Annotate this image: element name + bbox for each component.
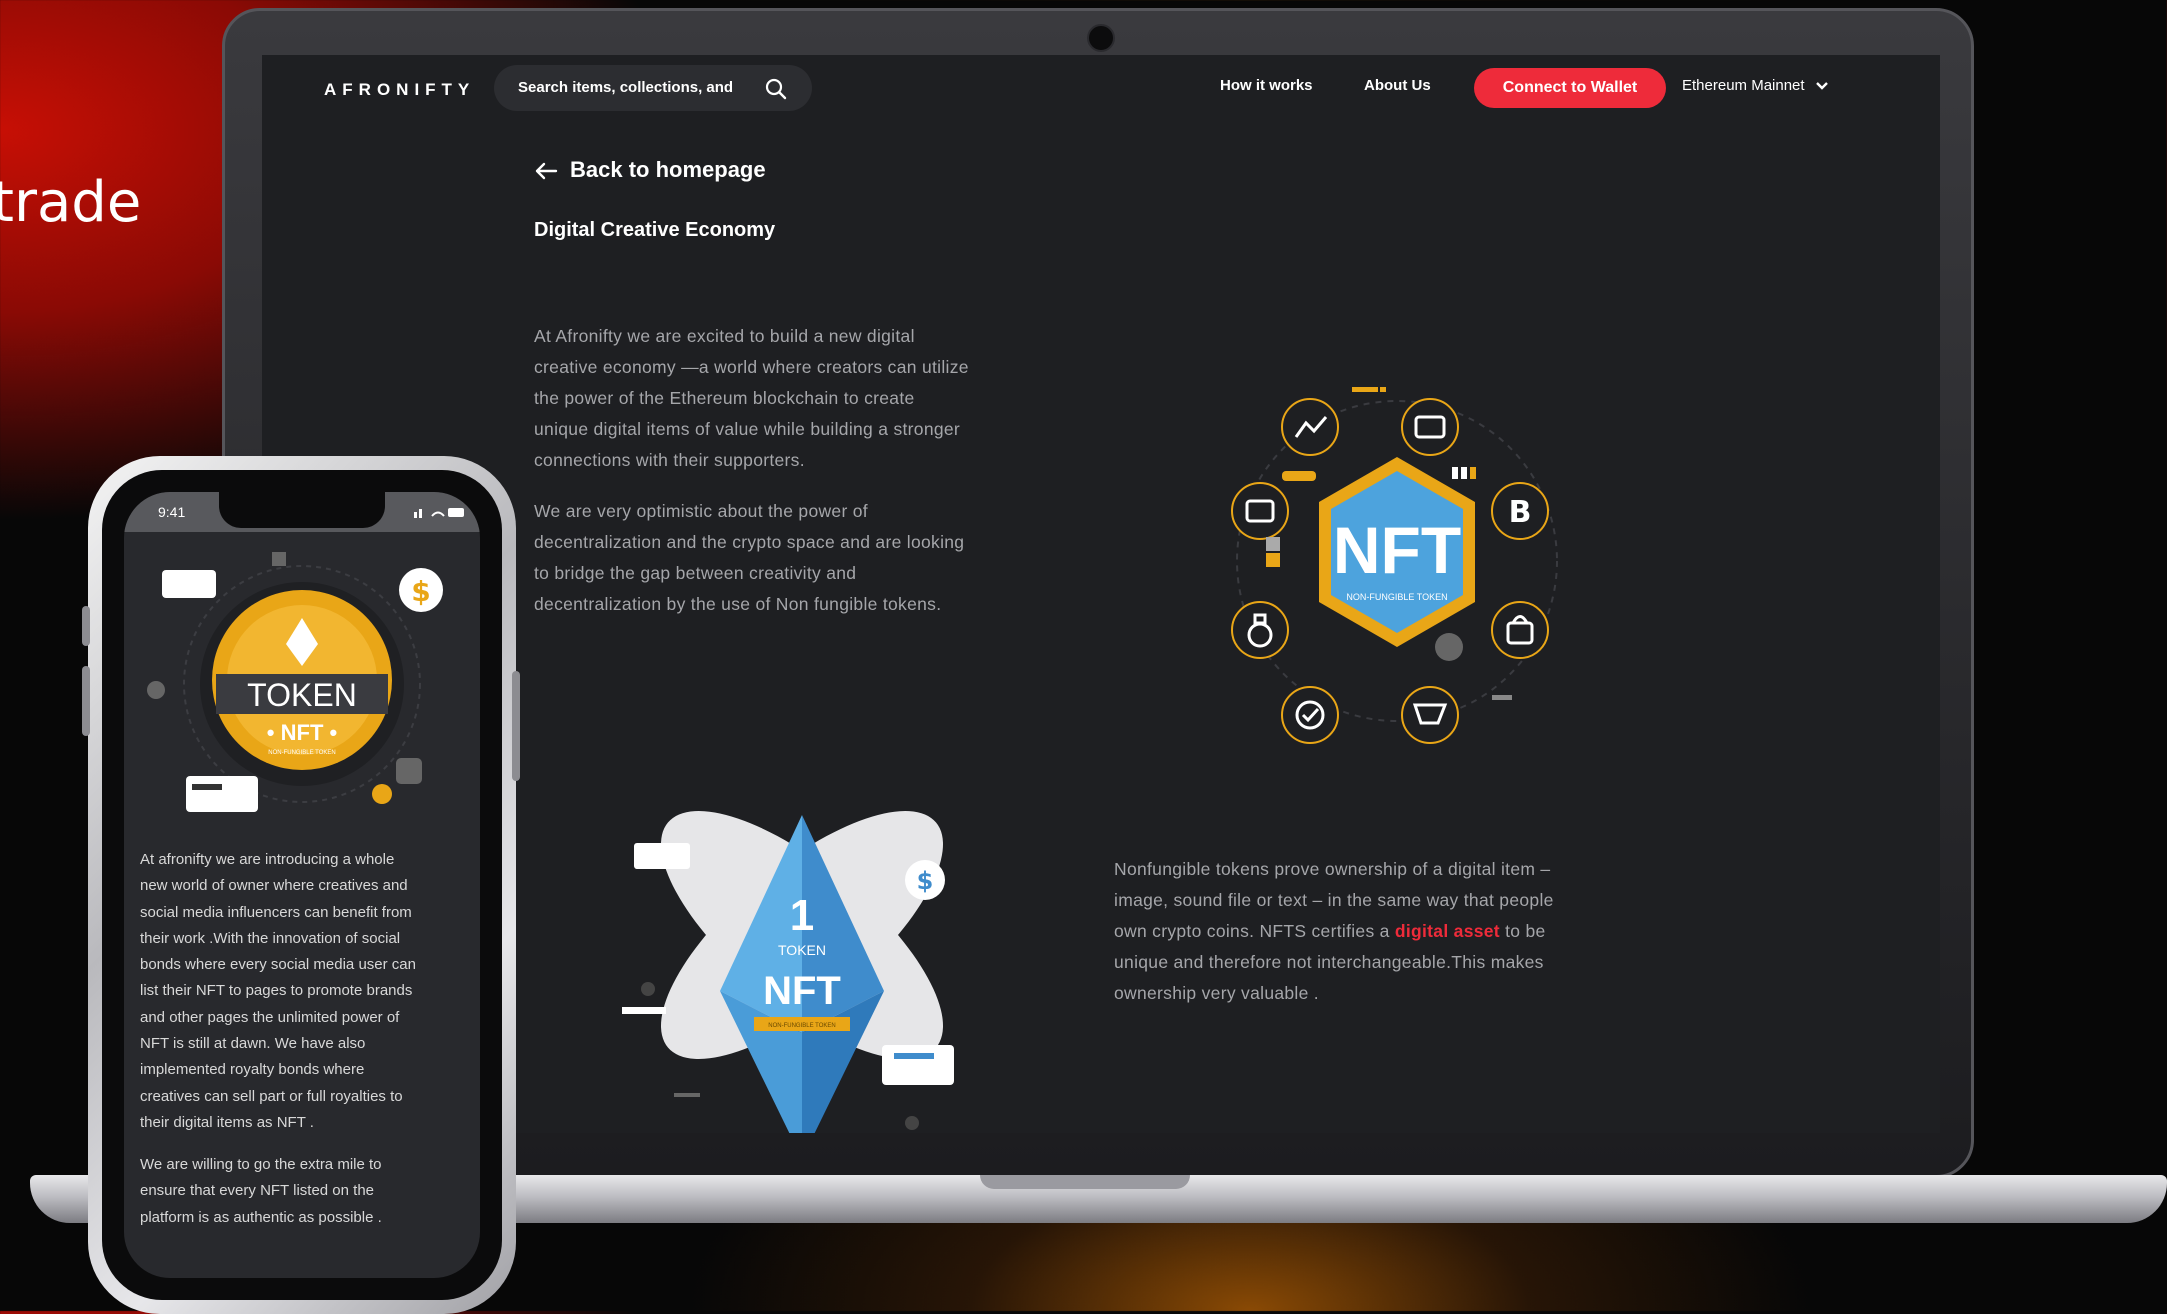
text-segment: own crypto coins. NFTS certifies a — [1114, 921, 1395, 941]
text-line: unique and therefore not interchangeable… — [1114, 952, 1544, 972]
intro-paragraph: At Afronifty we are excited to build a n… — [534, 321, 969, 476]
text-line: NFT is still at dawn. We have also — [140, 1035, 366, 1053]
text-line: connections with their supporters. — [534, 450, 805, 470]
site-logo[interactable]: AFRONIFTY — [324, 80, 475, 100]
text-line: new world of owner where creatives and — [140, 877, 408, 895]
laptop-base-notch — [980, 1175, 1190, 1189]
text-line: creatives can sell part or full royaltie… — [140, 1087, 403, 1105]
nft-hexagon-illustration: B NFT NON-FUNGIBLE TOKEN — [1231, 387, 1558, 744]
back-label: Back to homepage — [570, 157, 766, 182]
text-line: the power of the Ethereum blockchain to … — [534, 388, 915, 408]
phone-screen: 9:41 TOKEN • NFT • NON-FUNGIBLE TOKEN $ … — [124, 492, 480, 1278]
background-partial-text: trade — [0, 170, 142, 235]
text-line: creative economy —a world where creators… — [534, 357, 969, 377]
text-line: We are willing to go the extra mile to — [140, 1156, 382, 1173]
shopping-bag-icon — [1491, 601, 1549, 659]
phone-bezel: 9:41 TOKEN • NFT • NON-FUNGIBLE TOKEN $ … — [102, 470, 502, 1300]
search-icon[interactable] — [764, 77, 788, 101]
phone-notch — [219, 492, 385, 528]
wallet-icon — [1231, 482, 1289, 540]
network-dropdown[interactable]: Ethereum Mainnet — [1682, 77, 1829, 94]
card-icon — [1401, 398, 1459, 456]
text-line: decentralization and the crypto space an… — [534, 532, 965, 552]
text-line: bonds where every social media user can — [140, 956, 416, 974]
coin-nft-label: • NFT • — [267, 720, 337, 745]
arrow-left-icon — [535, 162, 558, 180]
network-label: Ethereum Mainnet — [1682, 77, 1805, 94]
back-to-homepage-link[interactable]: Back to homepage — [534, 157, 766, 183]
phone-frame: 9:41 TOKEN • NFT • NON-FUNGIBLE TOKEN $ … — [82, 456, 520, 1314]
text-line: unique digital items of value while buil… — [534, 419, 961, 439]
chart-icon — [1281, 398, 1339, 456]
page-title: Digital Creative Economy — [534, 219, 776, 241]
navbar: AFRONIFTY Search items, collections, and… — [262, 55, 1940, 145]
optimism-paragraph: We are very optimistic about the power o… — [534, 496, 964, 620]
search-input[interactable]: Search items, collections, and — [518, 79, 766, 96]
nft-hexagon-sublabel: NON-FUNGIBLE TOKEN — [1346, 592, 1447, 602]
laptop-camera — [1087, 24, 1115, 52]
chevron-down-icon — [1815, 82, 1828, 90]
dollar-icon: $ — [917, 867, 934, 895]
text-line: social media influencers can benefit fro… — [140, 903, 412, 921]
nav-link-about-us[interactable]: About Us — [1364, 77, 1431, 94]
token-strip-label: NON-FUNGIBLE TOKEN — [768, 1023, 835, 1029]
text-line: We are very optimistic about the power o… — [534, 501, 868, 521]
cart-icon — [1401, 686, 1459, 744]
text-line: Nonfungible tokens prove ownership of a … — [1114, 859, 1551, 879]
ethereum-token-illustration: 1 TOKEN NFT NON-FUNGIBLE TOKEN $ — [622, 811, 954, 1133]
phone-extra-mile-paragraph: We are willing to go the extra mile to e… — [140, 1152, 470, 1231]
text-line: ownership very valuable . — [1114, 983, 1319, 1003]
text-line: own crypto coins. NFTS certifies a digit… — [1114, 916, 1554, 947]
search-bar[interactable]: Search items, collections, and — [494, 65, 812, 111]
connect-wallet-button[interactable]: Connect to Wallet — [1474, 68, 1666, 108]
text-line: platform is as authentic as possible . — [140, 1208, 382, 1226]
phone-intro-paragraph: At afronifty we are introducing a whole … — [140, 847, 470, 1136]
phone-time: 9:41 — [158, 504, 186, 520]
text-line: image, sound file or text – in the same … — [1114, 890, 1554, 910]
text-line: and other pages the unlimited power of — [140, 1008, 400, 1026]
text-line: to bridge the gap between creativity and — [534, 563, 857, 583]
svg-text:B: B — [1509, 495, 1532, 530]
text-line: list their NFT to pages to promote brand… — [140, 982, 413, 1000]
text-line: their work .With the innovation of socia… — [140, 929, 401, 947]
signal-wifi-battery-icon — [414, 508, 464, 518]
text-line: At afronifty we are introducing a whole — [140, 851, 395, 868]
text-line: ensure that every NFT listed on the — [140, 1182, 375, 1200]
digital-asset-link[interactable]: digital asset — [1395, 921, 1500, 941]
nav-link-how-it-works[interactable]: How it works — [1220, 77, 1313, 94]
check-badge-icon — [1281, 686, 1339, 744]
nft-hexagon-label: NFT — [1333, 513, 1461, 587]
text-line: decentralization by the use of Non fungi… — [534, 594, 942, 614]
text-line: At Afronifty we are excited to build a n… — [534, 326, 915, 346]
token-number: 1 — [790, 891, 814, 940]
coin-sublabel: NON-FUNGIBLE TOKEN — [268, 750, 335, 756]
text-line: implemented royalty bonds where — [140, 1061, 365, 1079]
coin-token-label: TOKEN — [247, 677, 357, 713]
nft-paragraph: Nonfungible tokens prove ownership of a … — [1114, 854, 1554, 1009]
moneybag-icon — [1231, 601, 1289, 659]
bitcoin-icon: B — [1491, 482, 1549, 540]
text-segment: to be — [1499, 921, 1546, 941]
token-word: TOKEN — [778, 942, 826, 958]
text-line: their digital items as NFT . — [140, 1113, 314, 1131]
dollar-icon: $ — [411, 575, 430, 608]
token-nft-label: NFT — [763, 969, 841, 1013]
token-coin-illustration: TOKEN • NFT • NON-FUNGIBLE TOKEN $ — [147, 552, 443, 812]
